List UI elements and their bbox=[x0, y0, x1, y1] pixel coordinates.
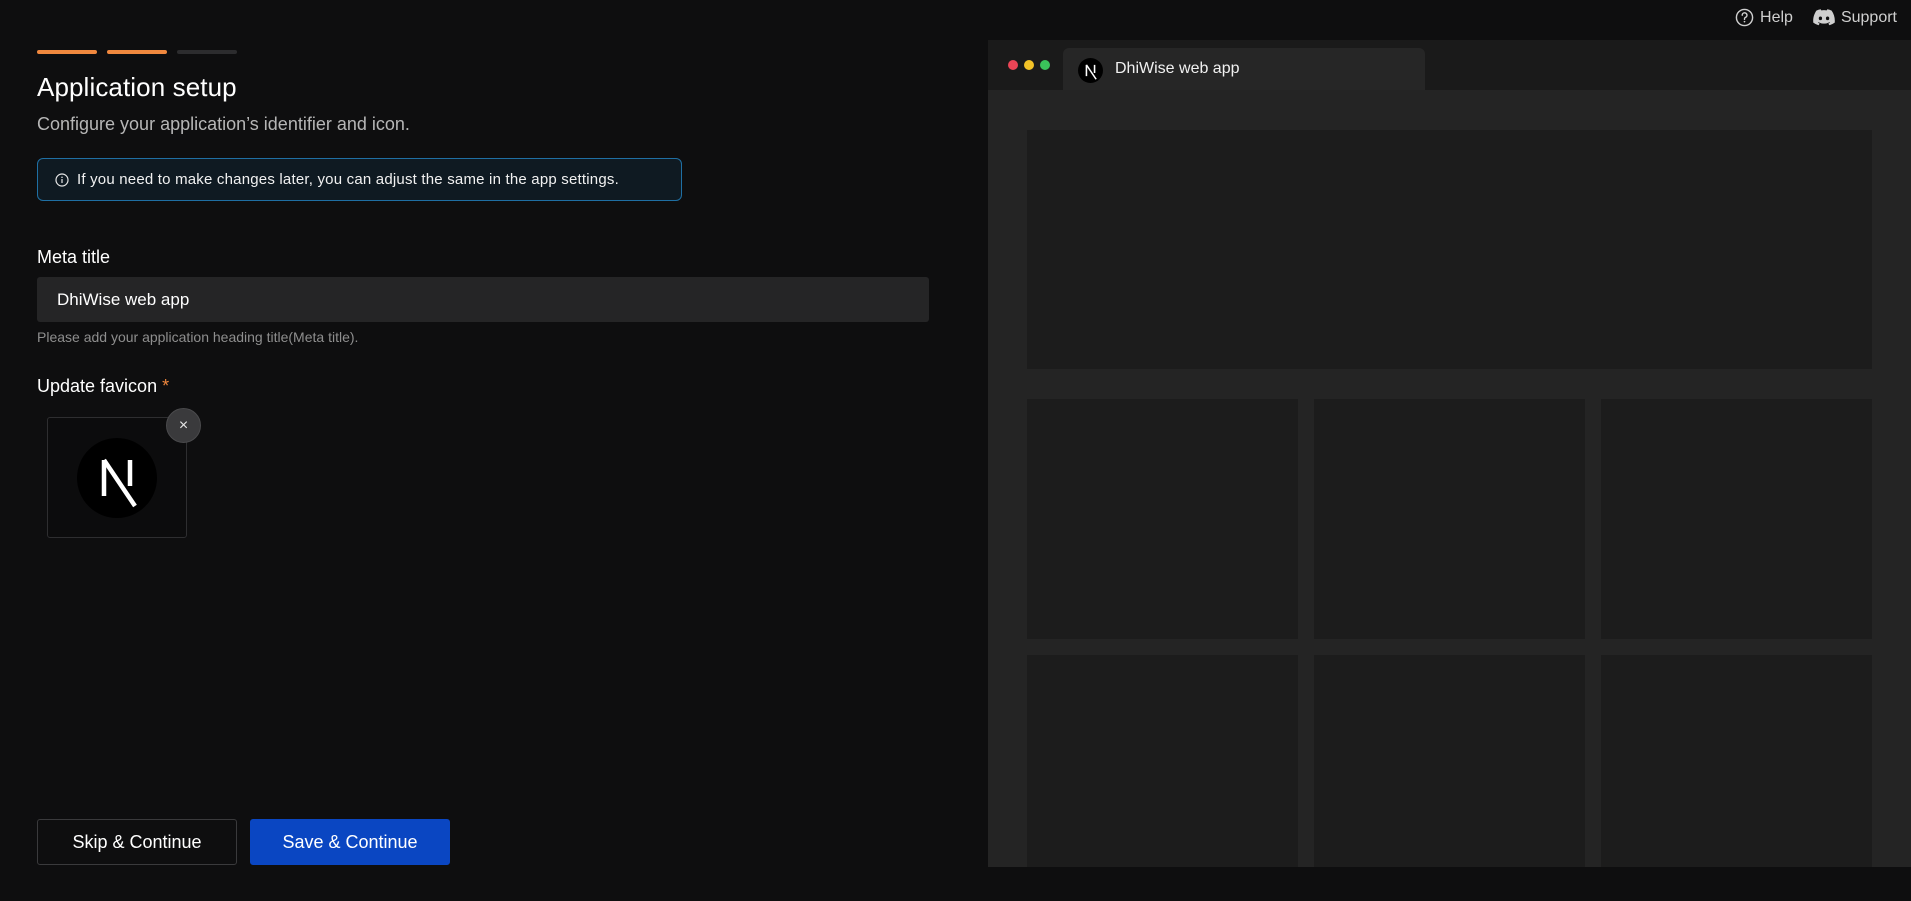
preview-card-placeholder bbox=[1601, 399, 1872, 639]
page-title: Application setup bbox=[37, 72, 237, 102]
preview-card-placeholder bbox=[1601, 655, 1872, 867]
meta-title-label: Meta title bbox=[37, 247, 111, 267]
browser-titlebar: DhiWise web app bbox=[988, 40, 1911, 90]
help-link[interactable]: Help bbox=[1735, 8, 1793, 27]
discord-icon bbox=[1813, 9, 1835, 26]
favicon-preview[interactable] bbox=[47, 417, 187, 538]
tab-favicon-icon bbox=[1078, 58, 1103, 83]
help-label: Help bbox=[1760, 8, 1793, 26]
browser-tab: DhiWise web app bbox=[1063, 48, 1425, 90]
top-links: Help Support bbox=[1735, 8, 1897, 27]
info-banner-text: If you need to make changes later, you c… bbox=[77, 171, 619, 188]
maximize-dot bbox=[1040, 60, 1050, 70]
favicon-label-text: Update favicon bbox=[37, 376, 158, 396]
support-link[interactable]: Support bbox=[1813, 9, 1897, 27]
progress-step-2 bbox=[107, 50, 167, 54]
progress-step-1 bbox=[37, 50, 97, 54]
save-continue-button[interactable]: Save & Continue bbox=[250, 819, 450, 865]
progress-steps bbox=[37, 50, 237, 54]
remove-favicon-button[interactable]: × bbox=[166, 408, 201, 443]
support-label: Support bbox=[1840, 8, 1897, 26]
page-subtitle: Configure your application’s identifier … bbox=[37, 114, 410, 134]
preview-card-placeholder bbox=[1027, 399, 1298, 639]
preview-hero-placeholder bbox=[1027, 130, 1872, 369]
skip-continue-button[interactable]: Skip & Continue bbox=[37, 819, 237, 865]
setup-form: Application setup Configure your applica… bbox=[37, 0, 929, 901]
window-controls bbox=[1008, 60, 1050, 70]
meta-title-input[interactable] bbox=[37, 277, 929, 322]
browser-preview: DhiWise web app bbox=[988, 40, 1911, 867]
minimize-dot bbox=[1024, 60, 1034, 70]
meta-title-hint: Please add your application heading titl… bbox=[37, 329, 359, 345]
info-icon bbox=[55, 172, 69, 187]
progress-step-3 bbox=[177, 50, 237, 54]
close-dot bbox=[1008, 60, 1018, 70]
required-marker: * bbox=[162, 376, 170, 396]
nextjs-logo-icon bbox=[77, 437, 157, 518]
preview-card-placeholder bbox=[1314, 399, 1585, 639]
help-icon bbox=[1735, 8, 1754, 27]
preview-card-placeholder bbox=[1027, 655, 1298, 867]
browser-tab-title: DhiWise web app bbox=[1115, 60, 1240, 77]
info-banner: If you need to make changes later, you c… bbox=[37, 158, 682, 201]
preview-card-placeholder bbox=[1314, 655, 1585, 867]
favicon-label: Update favicon * bbox=[37, 376, 169, 397]
